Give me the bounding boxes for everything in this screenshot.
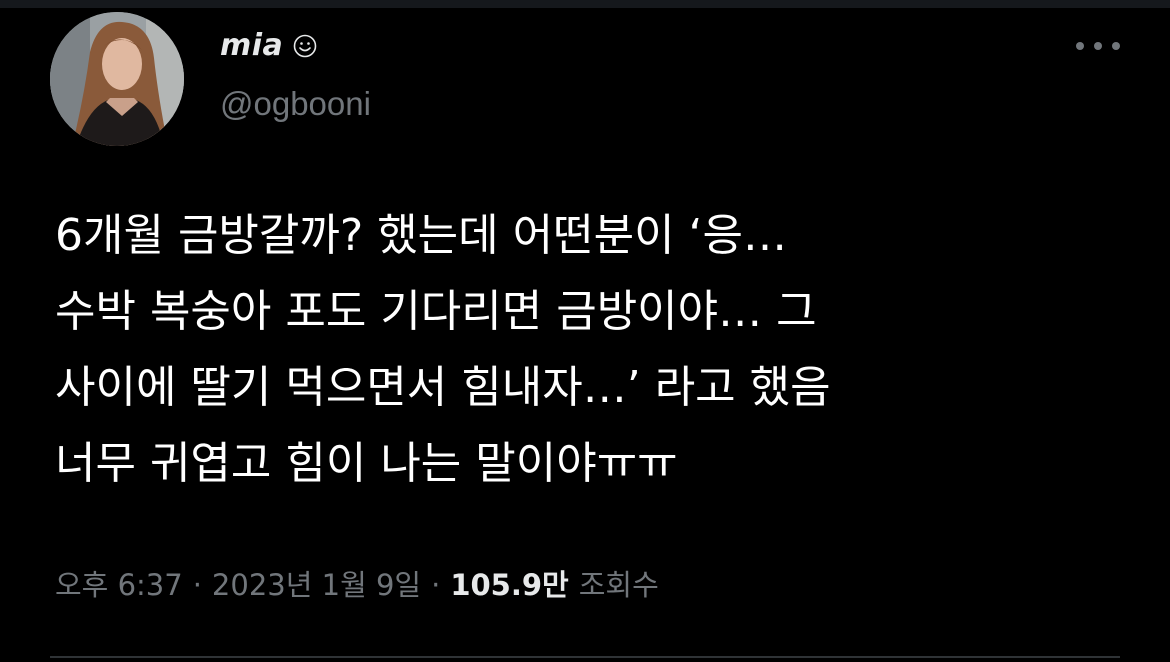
more-options-icon[interactable]: [1076, 36, 1120, 56]
more-dot: [1094, 42, 1102, 50]
meta-separator: ·: [431, 568, 441, 602]
meta-separator: ·: [192, 568, 202, 602]
display-name[interactable]: mia: [220, 28, 283, 63]
tweet-date[interactable]: 2023년 1월 9일: [212, 562, 421, 604]
smiling-face-icon: [293, 34, 317, 57]
top-edge-bar: [0, 0, 1170, 8]
author-handle[interactable]: @ogbooni: [220, 85, 371, 123]
tweet-time[interactable]: 오후 6:37: [55, 562, 183, 604]
author-name-row: mia: [220, 28, 317, 63]
tweet-line: 6개월 금방갈까? 했는데 어떤분이 ‘응…: [55, 210, 787, 261]
tweet-text: 6개월 금방갈까? 했는데 어떤분이 ‘응… 수박 복숭아 포도 기다리면 금방…: [55, 198, 1135, 502]
tweet-line: 수박 복숭아 포도 기다리면 금방이야… 그: [55, 286, 817, 337]
views-count: 105.9만: [450, 568, 569, 602]
divider: [50, 656, 1120, 658]
more-dot: [1112, 42, 1120, 50]
avatar[interactable]: [50, 12, 184, 146]
tweet-line: 사이에 딸기 먹으면서 힘내자…’ 라고 했음: [55, 362, 831, 413]
avatar-photo: [50, 12, 184, 146]
more-dot: [1076, 42, 1084, 50]
tweet-line: 너무 귀엽고 힘이 나는 말이야ㅠㅠ: [55, 438, 678, 489]
tweet-meta: 오후 6:37 · 2023년 1월 9일 · 105.9만 조회수: [55, 562, 659, 604]
views-label: 조회수: [578, 568, 659, 602]
